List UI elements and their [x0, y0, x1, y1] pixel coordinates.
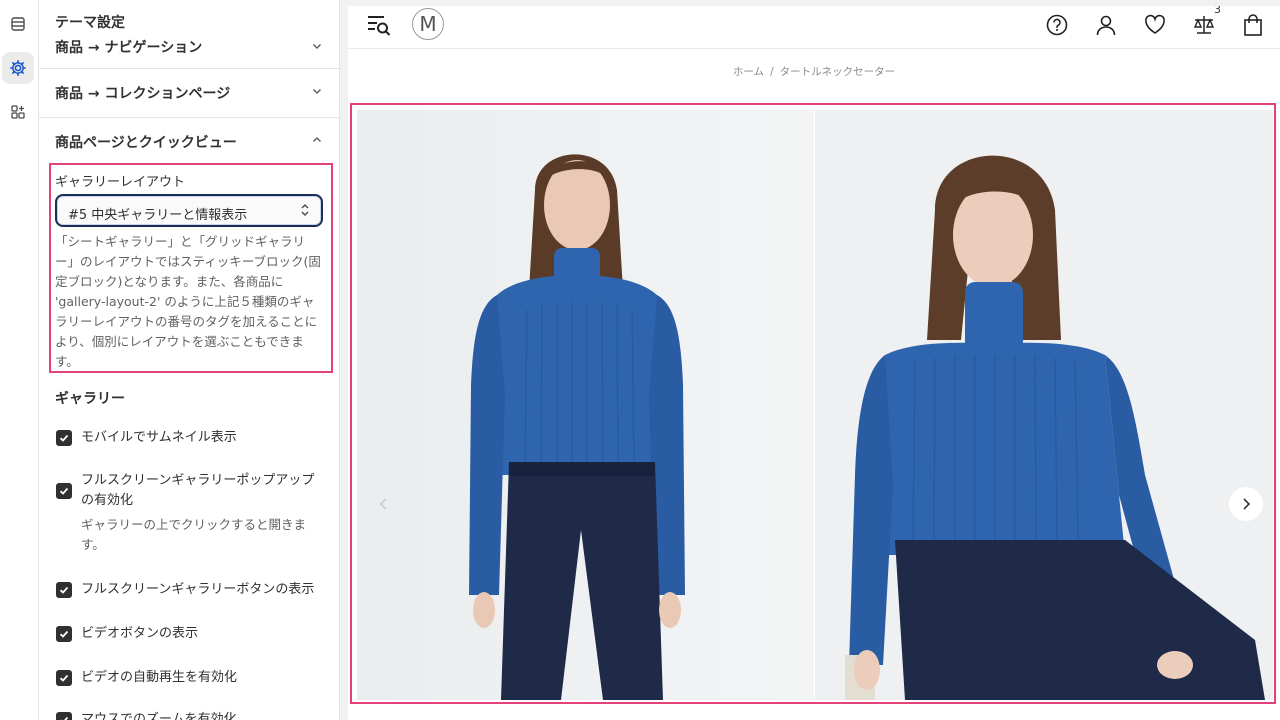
select-arrows-icon: [301, 204, 309, 216]
product-image-1[interactable]: [357, 110, 814, 700]
product-image-2[interactable]: [815, 110, 1273, 700]
option-help: ギャラリーの上でクリックすると開きます。: [81, 517, 307, 552]
gallery-layout-help: 「シートギャラリー」と「グリッドギャラリー」のレイアウトではスティッキーブロック…: [55, 234, 321, 369]
store-header: M 3: [348, 6, 1280, 49]
store-logo[interactable]: M: [412, 8, 444, 40]
chevron-down-icon: [312, 43, 322, 50]
option-label: ビデオの自動再生を有効化: [81, 670, 238, 685]
option-label: マウスでのズームを有効化: [81, 712, 237, 720]
section-label: 商品 → コレクションページ: [55, 86, 231, 102]
apps-icon[interactable]: [2, 96, 34, 128]
gallery-layout-value: #5 中央ギャラリーと情報表示: [68, 208, 248, 223]
compare-count-badge: 3: [1214, 6, 1221, 16]
checkbox-checked-icon[interactable]: [56, 430, 72, 446]
menu-search-icon[interactable]: [366, 12, 392, 38]
checkbox-checked-icon[interactable]: [56, 670, 72, 686]
help-icon[interactable]: [1044, 12, 1070, 38]
cart-bag-icon[interactable]: [1240, 12, 1266, 38]
breadcrumb-home[interactable]: ホーム: [733, 66, 764, 78]
section-label: 商品 → ナビゲーション: [55, 40, 203, 56]
wishlist-heart-icon[interactable]: [1142, 12, 1168, 38]
section-product-page[interactable]: 商品ページとクイックビュー: [39, 117, 339, 165]
gallery-group-title: ギャラリー: [55, 391, 125, 407]
chevron-down-icon: [312, 88, 322, 95]
gallery-layout-select[interactable]: #5 中央ギャラリーと情報表示: [55, 194, 323, 227]
checkbox-checked-icon[interactable]: [56, 582, 72, 598]
gallery-prev-arrow-icon[interactable]: [367, 487, 401, 521]
breadcrumb-current: タートルネックセーター: [779, 66, 896, 78]
gallery-next-arrow-icon[interactable]: [1229, 487, 1263, 521]
breadcrumb: ホーム / タートルネックセーター: [348, 64, 1280, 79]
checkbox-checked-icon[interactable]: [56, 626, 72, 642]
icon-rail: [0, 0, 39, 720]
section-collection-page[interactable]: 商品 → コレクションページ: [39, 68, 339, 116]
checkbox-checked-icon[interactable]: [56, 483, 72, 499]
option-label: フルスクリーンギャラリーボタンの表示: [81, 582, 315, 597]
breadcrumb-separator: /: [770, 66, 774, 78]
gallery-layout-label: ギャラリーレイアウト: [55, 175, 186, 190]
store-preview: M 3 ホーム / タートルネックセーター: [348, 6, 1280, 720]
chevron-up-icon: [312, 136, 322, 143]
section-label: 商品ページとクイックビュー: [55, 135, 237, 151]
theme-settings-panel: テーマ設定 商品 → ナビゲーション テーマ設定 商品 → コレクションページ …: [39, 0, 340, 720]
settings-gear-icon[interactable]: [2, 52, 34, 84]
account-icon[interactable]: [1093, 12, 1119, 38]
sections-icon[interactable]: [2, 8, 34, 40]
option-label: ビデオボタンの表示: [81, 626, 199, 641]
checkbox-checked-icon[interactable]: [56, 712, 72, 720]
product-gallery: [350, 103, 1276, 704]
option-label: フルスクリーンギャラリーポップアップの有効化: [81, 473, 315, 508]
panel-title-overlay: テーマ設定: [55, 15, 125, 31]
option-label: モバイルでサムネイル表示: [81, 430, 237, 445]
